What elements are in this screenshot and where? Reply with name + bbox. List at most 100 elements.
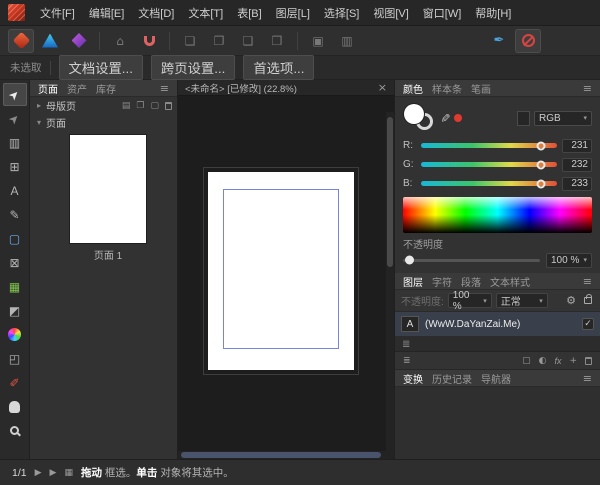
text-frame-tool[interactable]: ▥ xyxy=(3,131,27,154)
artistic-text-tool[interactable]: A xyxy=(3,179,27,202)
document-tab[interactable]: <未命名> [已修改] (22.8%) × xyxy=(178,80,394,96)
layer-effects-icon[interactable]: fx xyxy=(554,356,561,366)
picture-frame-tool[interactable]: ⊠ xyxy=(3,251,27,274)
publisher-persona-button[interactable] xyxy=(8,29,34,53)
pen-tool[interactable]: ✎ xyxy=(3,203,27,226)
move-to-back-button[interactable]: ❒ xyxy=(264,29,290,53)
panel-menu-icon[interactable]: ≡ xyxy=(583,372,592,385)
move-backward-button[interactable]: ❑ xyxy=(235,29,261,53)
menu-layer[interactable]: 图层[L] xyxy=(269,2,317,24)
duplicate-page-icon[interactable]: ❐ xyxy=(136,101,144,111)
insert-target-button[interactable]: ▥ xyxy=(334,29,360,53)
red-channel-value[interactable]: 231 xyxy=(562,139,592,153)
canvas-viewport[interactable] xyxy=(178,96,394,459)
fill-color-circle[interactable] xyxy=(404,104,424,124)
tab-text-styles[interactable]: 文本样式 xyxy=(490,274,530,289)
fill-stroke-selector[interactable] xyxy=(403,103,439,133)
move-tool[interactable]: ➤ xyxy=(3,83,27,106)
group-button[interactable]: ▣ xyxy=(305,29,331,53)
blue-channel-value[interactable]: 233 xyxy=(562,177,592,191)
opacity-slider[interactable] xyxy=(403,259,540,262)
green-channel-thumb[interactable] xyxy=(536,160,545,169)
delete-layer-icon[interactable] xyxy=(585,357,592,365)
gradient-tool[interactable] xyxy=(3,323,27,346)
mask-layer-icon[interactable]: ▢ xyxy=(522,356,531,366)
tab-layers[interactable]: 图层 xyxy=(403,274,423,289)
layers-stack-icon[interactable]: ≣ xyxy=(403,356,411,366)
tab-color[interactable]: 颜色 xyxy=(403,81,423,96)
tab-character[interactable]: 字符 xyxy=(432,274,452,289)
menu-view[interactable]: 视图[V] xyxy=(366,2,415,24)
panel-menu-icon[interactable]: ≡ xyxy=(583,275,592,288)
spread-setup-button[interactable]: 跨页设置... xyxy=(151,55,235,80)
tab-stroke[interactable]: 笔画 xyxy=(471,81,491,96)
snapping-button[interactable] xyxy=(136,29,162,53)
tab-pages[interactable]: 页面 xyxy=(38,81,58,96)
tab-transform[interactable]: 变换 xyxy=(403,371,423,386)
menu-document[interactable]: 文档[D] xyxy=(131,2,181,24)
tab-assets[interactable]: 资产 xyxy=(67,81,87,96)
panel-menu-icon[interactable]: ≡ xyxy=(160,82,169,95)
lock-icon[interactable] xyxy=(584,297,592,304)
zoom-tool[interactable] xyxy=(3,419,27,442)
tree-item-master-pages[interactable]: ▸ 母版页 ▤ ❐ ▢ xyxy=(30,97,177,114)
layer-visibility-checkbox[interactable]: ✓ xyxy=(582,318,594,330)
view-tool[interactable] xyxy=(3,395,27,418)
menu-text[interactable]: 文本[T] xyxy=(181,2,230,24)
add-layer-icon[interactable]: + xyxy=(569,356,577,366)
tab-swatches[interactable]: 样本条 xyxy=(432,81,462,96)
close-icon[interactable]: × xyxy=(378,82,387,93)
place-image-tool[interactable]: ▦ xyxy=(3,275,27,298)
color-swatch-icon[interactable] xyxy=(517,111,530,126)
adjustment-layer-icon[interactable]: ◐ xyxy=(539,356,547,366)
app-logo-icon[interactable] xyxy=(8,4,25,21)
tab-navigator[interactable]: 导航器 xyxy=(481,371,511,386)
tab-stock[interactable]: 库存 xyxy=(96,81,116,96)
table-tool[interactable]: ⊞ xyxy=(3,155,27,178)
red-channel-slider[interactable] xyxy=(421,143,557,148)
preferences-button[interactable]: 首选项... xyxy=(243,55,314,80)
no-style-button[interactable] xyxy=(515,29,541,53)
pasteboard-icon[interactable]: ▦ xyxy=(64,468,73,478)
photo-persona-button[interactable] xyxy=(66,29,92,53)
green-channel-value[interactable]: 232 xyxy=(562,158,592,172)
color-mode-select[interactable]: RGB ▾ xyxy=(534,111,592,126)
document-setup-button[interactable]: 文档设置... xyxy=(59,55,143,80)
last-page-icon[interactable]: ▶ xyxy=(50,468,57,478)
menu-edit[interactable]: 编辑[E] xyxy=(82,2,131,24)
vertical-scroll-thumb[interactable] xyxy=(387,117,393,267)
document-page[interactable] xyxy=(208,172,354,370)
page-1-thumbnail[interactable] xyxy=(70,135,146,243)
red-channel-thumb[interactable] xyxy=(536,141,545,150)
node-tool[interactable]: ➤ xyxy=(3,107,27,130)
menu-file[interactable]: 文件[F] xyxy=(33,2,82,24)
tree-item-pages[interactable]: ▾ 页面 xyxy=(30,114,177,131)
horizontal-scrollbar[interactable] xyxy=(178,451,386,459)
panel-menu-icon[interactable]: ≡ xyxy=(583,82,592,95)
move-forward-button[interactable]: ❐ xyxy=(206,29,232,53)
menu-table[interactable]: 表[B] xyxy=(230,2,268,24)
color-spectrum[interactable] xyxy=(403,197,592,233)
next-page-icon[interactable]: ▶ xyxy=(35,468,42,478)
tab-paragraph[interactable]: 段落 xyxy=(461,274,481,289)
menu-help[interactable]: 帮助[H] xyxy=(468,2,518,24)
vector-crop-tool[interactable]: ◰ xyxy=(3,347,27,370)
color-dropper-icon[interactable]: ✎ xyxy=(438,113,452,123)
expand-arrow-icon[interactable]: ▾ xyxy=(35,118,43,127)
menu-select[interactable]: 选择[S] xyxy=(317,2,366,24)
opacity-value-select[interactable]: 100 % ▾ xyxy=(546,253,592,268)
add-page-icon[interactable]: ▢ xyxy=(150,101,159,111)
designer-persona-button[interactable] xyxy=(37,29,63,53)
shape-tool[interactable]: ▢ xyxy=(3,227,27,250)
blend-mode-select[interactable]: 正常 ▾ xyxy=(496,293,548,308)
picked-color-dot[interactable] xyxy=(454,114,462,122)
opacity-thumb[interactable] xyxy=(405,256,414,265)
tab-history[interactable]: 历史记录 xyxy=(432,371,472,386)
horizontal-scroll-thumb[interactable] xyxy=(181,452,381,458)
blue-channel-thumb[interactable] xyxy=(536,179,545,188)
collapse-arrow-icon[interactable]: ▸ xyxy=(35,101,43,110)
green-channel-slider[interactable] xyxy=(421,162,557,167)
layer-row-partial[interactable]: ≣ xyxy=(395,336,600,352)
menu-window[interactable]: 窗口[W] xyxy=(416,2,469,24)
gear-icon[interactable]: ⚙ xyxy=(566,294,576,307)
